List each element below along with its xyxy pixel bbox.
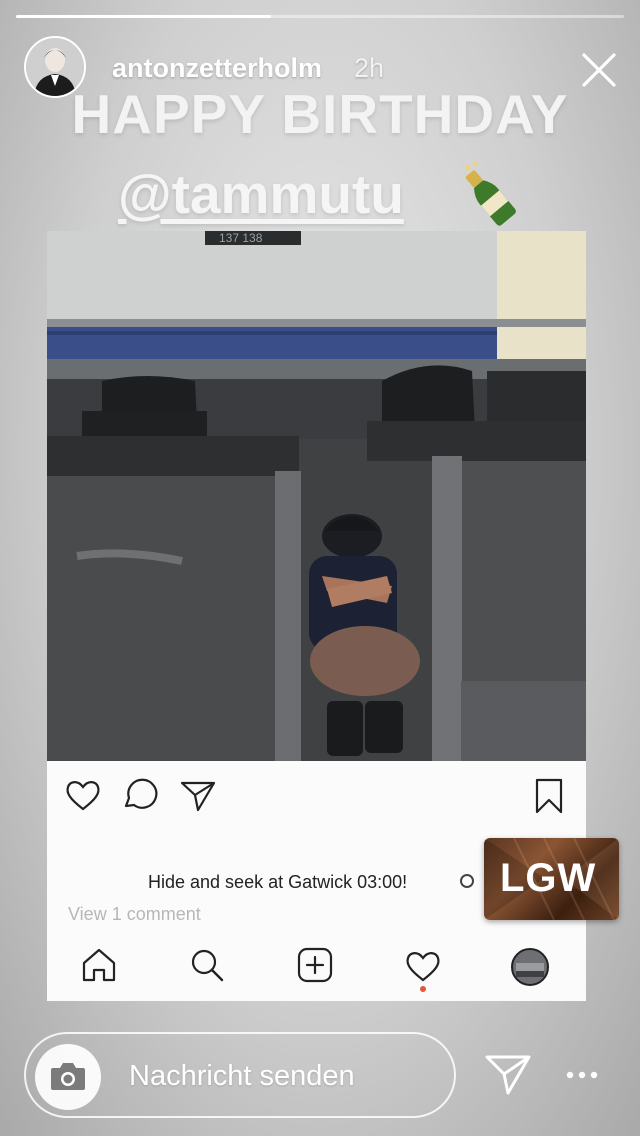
view-comments-link[interactable]: View 1 comment	[68, 904, 201, 925]
send-icon[interactable]	[484, 1053, 532, 1097]
location-sticker-label: LGW	[500, 856, 597, 900]
post-caption: Hide and seek at Gatwick 03:00!	[148, 872, 408, 892]
mention-text[interactable]: @tammutu	[118, 163, 404, 225]
location-sticker[interactable]: LGW	[484, 838, 619, 920]
story-progress-bar	[16, 15, 624, 18]
story-username[interactable]: antonzetterholm	[112, 53, 322, 84]
camera-icon	[51, 1063, 85, 1090]
activity-dot-icon	[420, 986, 426, 992]
champagne-bottle-icon	[458, 160, 520, 230]
comment-icon[interactable]	[122, 778, 158, 812]
sticker-string-hole	[460, 874, 474, 888]
bookmark-icon[interactable]	[532, 777, 566, 815]
story-time: 2h	[354, 53, 385, 83]
camera-button[interactable]	[35, 1044, 101, 1110]
search-icon[interactable]	[188, 946, 226, 984]
profile-icon[interactable]	[510, 947, 550, 987]
photo-signage: 137 138	[219, 231, 263, 245]
post-photo[interactable]: 137 138	[47, 231, 586, 761]
heart-icon[interactable]	[64, 778, 102, 812]
story-mention[interactable]: @tammutu	[118, 162, 404, 226]
activity-heart-icon[interactable]	[404, 948, 442, 984]
message-placeholder: Nachricht senden	[129, 1060, 355, 1092]
add-icon[interactable]	[296, 946, 334, 984]
share-icon[interactable]	[180, 780, 216, 812]
story-headline: HAPPY BIRTHDAY	[71, 83, 569, 145]
home-icon[interactable]	[80, 946, 118, 984]
story-progress-fill	[16, 15, 272, 18]
more-options-icon[interactable]	[565, 1068, 599, 1082]
